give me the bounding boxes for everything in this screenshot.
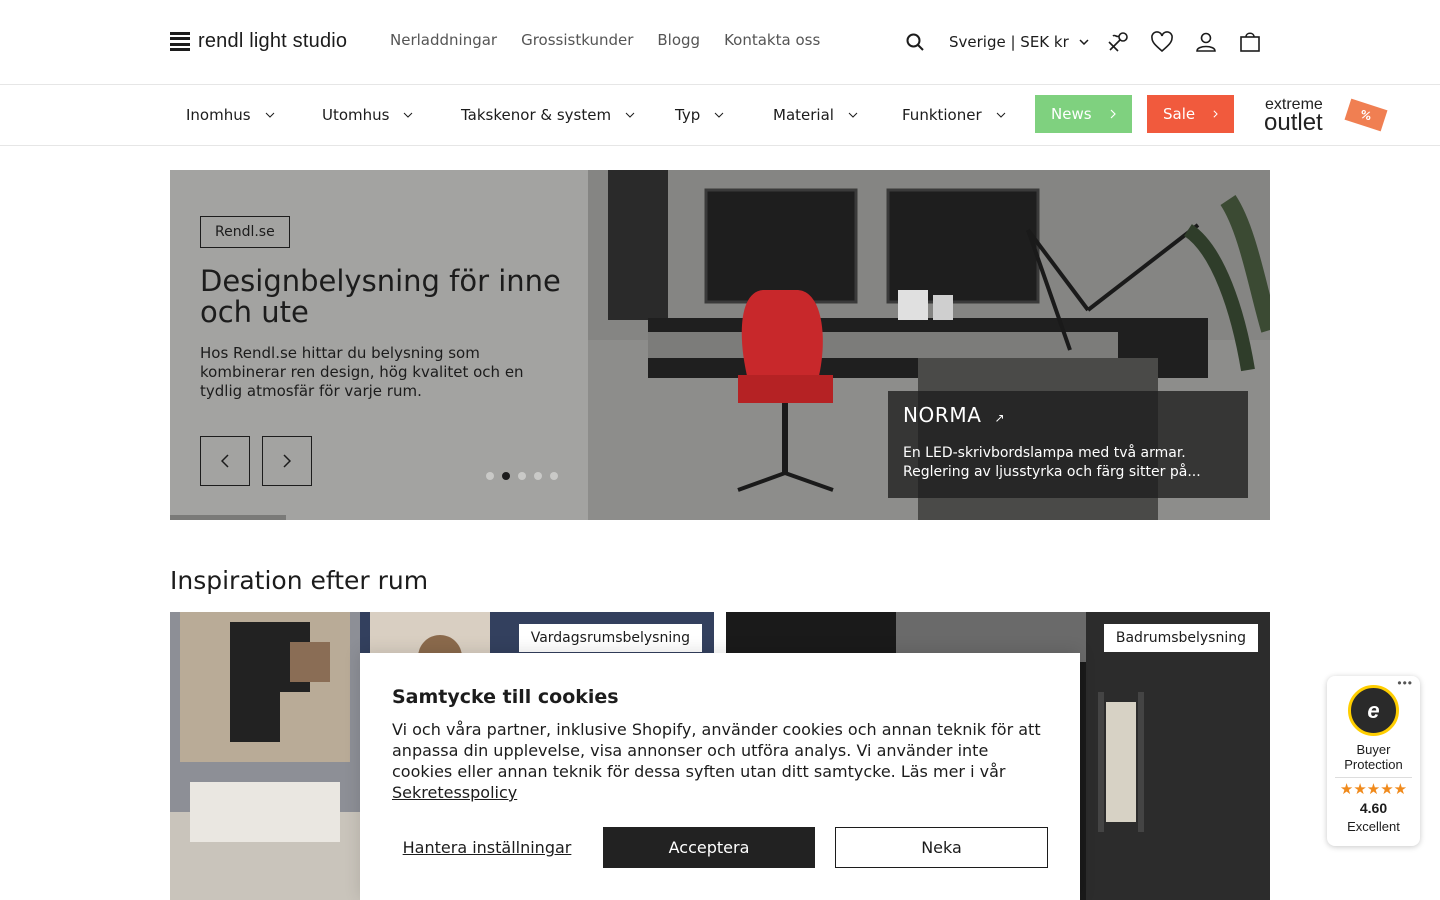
more-icon[interactable]: ••• <box>1397 676 1413 690</box>
slider-prev-button[interactable] <box>200 436 250 486</box>
category-label: Typ <box>675 106 701 124</box>
cart-icon[interactable] <box>1235 27 1265 57</box>
cookie-consent-dialog: Samtycke till cookies Vi och våra partne… <box>360 653 1080 900</box>
trusted-shops-badge[interactable]: ••• e Buyer Protection ★★★★★ 4.60 Excell… <box>1327 676 1420 846</box>
hero-description: Hos Rendl.se hittar du belysning som kom… <box>200 344 524 400</box>
inspiration-title: Inspiration efter rum <box>170 566 429 595</box>
category-label: Utomhus <box>322 106 390 124</box>
hero-text-panel: Rendl.se Designbelysning för inne och ut… <box>170 170 588 520</box>
external-arrow-icon: ↗ <box>994 411 1006 425</box>
top-header: rendl light studio Nerladdningar Grossis… <box>0 0 1440 85</box>
outlet-line2: outlet <box>1264 109 1323 136</box>
chevron-down-icon <box>848 112 858 118</box>
news-button[interactable]: News <box>1035 95 1132 133</box>
hero-title: Designbelysning för inne och ute <box>200 264 561 329</box>
category-takskenor[interactable]: Takskenor & system <box>461 106 635 124</box>
top-nav-wholesale[interactable]: Grossistkunder <box>521 31 633 49</box>
category-material[interactable]: Material <box>773 106 858 124</box>
slider-dot[interactable] <box>550 472 558 480</box>
sale-label: Sale <box>1163 105 1196 123</box>
slider-progress-bar <box>170 515 286 520</box>
hero-badge: Rendl.se <box>200 216 290 248</box>
chevron-down-icon <box>404 112 413 118</box>
slider-dot[interactable] <box>486 472 494 480</box>
country-selector-label: Sverige | SEK kr <box>949 33 1069 51</box>
chevron-down-icon <box>1079 39 1089 45</box>
seal-letter: e <box>1367 697 1380 723</box>
room-card-label: Badrumsbelysning <box>1103 624 1258 652</box>
slider-next-button[interactable] <box>262 436 312 486</box>
category-funktioner[interactable]: Funktioner <box>902 106 1006 124</box>
privacy-policy-link[interactable]: Sekretesspolicy <box>392 783 517 802</box>
store-locator-icon[interactable] <box>1103 27 1133 57</box>
outlet-tag: % <box>1344 98 1388 132</box>
category-inomhus[interactable]: Inomhus <box>186 106 275 124</box>
hero-slider: Rendl.se Designbelysning för inne och ut… <box>170 170 1270 520</box>
product-caption-card[interactable]: NORMA ↗ En LED-skrivbordslampa med två a… <box>888 391 1248 498</box>
slider-dot-active[interactable] <box>502 472 510 480</box>
slider-dot[interactable] <box>518 472 526 480</box>
rating-word: Excellent <box>1347 819 1400 834</box>
slider-dots <box>486 472 558 480</box>
rating-stars-icon: ★★★★★ <box>1339 781 1408 798</box>
logo-mark-icon <box>170 31 190 52</box>
caption-text: En LED-skrivbordslampa med två armar. Re… <box>903 445 1201 480</box>
country-selector[interactable]: Sverige | SEK kr <box>949 33 1089 51</box>
top-nav-downloads[interactable]: Nerladdningar <box>390 31 497 49</box>
manage-settings-button[interactable]: Hantera inställningar <box>392 827 582 868</box>
category-label: Takskenor & system <box>461 106 612 124</box>
top-nav-blog[interactable]: Blogg <box>657 31 700 49</box>
deny-cookies-button[interactable]: Neka <box>835 827 1048 868</box>
chevron-right-icon <box>1213 110 1218 118</box>
category-nav: Inomhus Utomhus Takskenor & system Typ M… <box>0 85 1440 146</box>
extreme-outlet-link[interactable]: extreme outlet % <box>1263 96 1388 136</box>
trusted-shops-seal-icon: e <box>1348 685 1399 736</box>
buyer-protection-label: Buyer Protection <box>1344 742 1403 772</box>
category-label: Inomhus <box>186 106 251 124</box>
logo-text: rendl light studio <box>198 30 348 52</box>
cookie-text-block: Vi och våra partner, inklusive Shopify, … <box>392 719 1052 803</box>
caption-title: NORMA ↗ <box>903 403 1005 427</box>
divider <box>1335 777 1412 778</box>
chevron-down-icon <box>996 112 1005 118</box>
chevron-right-icon <box>1110 109 1116 119</box>
category-typ[interactable]: Typ <box>675 106 724 124</box>
chevron-down-icon <box>625 112 635 118</box>
news-label: News <box>1051 105 1092 123</box>
header-icons: Sverige | SEK kr <box>900 27 1265 57</box>
room-card-label: Vardagsrumsbelysning <box>518 624 702 652</box>
sale-button[interactable]: Sale <box>1147 95 1234 133</box>
cookie-title: Samtycke till cookies <box>392 686 619 708</box>
chevron-down-icon <box>265 112 274 118</box>
chevron-down-icon <box>714 112 724 118</box>
top-nav-contact[interactable]: Kontakta oss <box>724 31 820 49</box>
slider-dot[interactable] <box>534 472 542 480</box>
hero-image[interactable]: NORMA ↗ En LED-skrivbordslampa med två a… <box>588 170 1270 520</box>
chevron-left-icon <box>221 454 229 468</box>
caption-title-text: NORMA <box>903 403 982 427</box>
top-nav: Nerladdningar Grossistkunder Blogg Konta… <box>390 31 820 49</box>
site-logo[interactable]: rendl light studio <box>170 30 347 53</box>
category-utomhus[interactable]: Utomhus <box>322 106 413 124</box>
rating-score: 4.60 <box>1359 800 1388 816</box>
chevron-right-icon <box>283 454 291 468</box>
category-label: Funktioner <box>902 106 982 124</box>
search-icon[interactable] <box>900 27 930 57</box>
accept-cookies-button[interactable]: Acceptera <box>603 827 815 868</box>
category-label: Material <box>773 106 834 124</box>
account-icon[interactable] <box>1191 27 1221 57</box>
wishlist-icon[interactable] <box>1147 27 1177 57</box>
cookie-body: Vi och våra partner, inklusive Shopify, … <box>392 720 1041 781</box>
